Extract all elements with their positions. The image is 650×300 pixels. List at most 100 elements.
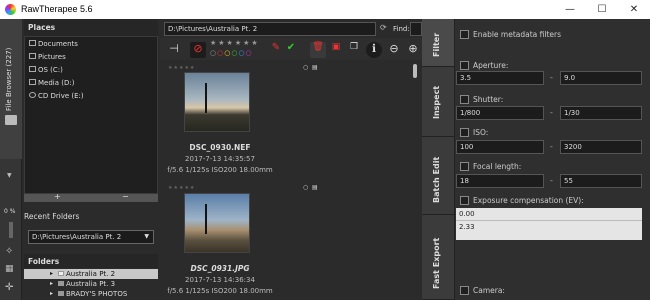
- remove-place-button[interactable]: −: [122, 192, 129, 201]
- tab-batch-edit[interactable]: Batch Edit: [422, 137, 454, 215]
- zoom-in-icon[interactable]: ⊕: [405, 42, 421, 58]
- folder-icon: [58, 291, 64, 296]
- refresh-icon[interactable]: ⟳: [380, 23, 387, 32]
- exposure-label: Exposure compensation (EV):: [473, 196, 584, 205]
- folder-item[interactable]: ▸ Australia Pt. 3: [24, 279, 158, 289]
- place-item[interactable]: OS (C:): [29, 66, 63, 74]
- thumbnail-item[interactable]: ★★★★★ ○ ▤ DSC_0931.JPG 2017-7-13 14:36:3…: [162, 184, 410, 300]
- collapse-arrow-icon[interactable]: ▼: [7, 172, 12, 179]
- circle-icon[interactable]: ○: [303, 184, 308, 191]
- trash-icon[interactable]: ▤: [312, 184, 318, 191]
- folder-item[interactable]: ▸ Australia Pt. 2: [24, 269, 158, 279]
- focal-min-input[interactable]: 18: [456, 174, 544, 188]
- iso-checkbox[interactable]: [460, 128, 469, 137]
- thumbnail-grid: ★★★★★ ○ ▤ DSC_0930.NEF 2017-7-13 14:35:5…: [162, 62, 410, 300]
- thumbnail-name: DSC_0931.JPG: [190, 264, 250, 273]
- trash-icon[interactable]: ▤: [312, 64, 318, 71]
- range-dash: -: [550, 142, 553, 151]
- app-logo-icon: [5, 4, 16, 15]
- aperture-max-input[interactable]: 9.0: [560, 71, 642, 85]
- places-header: Places: [24, 19, 158, 36]
- edited-filter-icon[interactable]: ✎: [268, 42, 284, 58]
- aperture-checkbox[interactable]: [460, 61, 469, 70]
- iso-max-input[interactable]: 3200: [560, 140, 642, 154]
- exposure-checkbox[interactable]: [460, 196, 469, 205]
- metadata-filter-checkbox[interactable]: [460, 30, 469, 39]
- close-button[interactable]: ✕: [618, 0, 650, 19]
- grid-icon[interactable]: ▦: [5, 264, 14, 274]
- tab-fast-export[interactable]: Fast Export: [422, 215, 454, 300]
- metadata-filter-label: Enable metadata filters: [473, 30, 562, 39]
- iso-min-input[interactable]: 100: [456, 140, 544, 154]
- rating-filter-stars[interactable]: ★★★★★★: [210, 39, 260, 47]
- camera-checkbox[interactable]: [460, 286, 469, 295]
- zoom-slider[interactable]: [9, 222, 13, 238]
- magic-wand-icon[interactable]: ✧: [5, 246, 13, 257]
- aperture-min-input[interactable]: 3.5: [456, 71, 544, 85]
- thumbnail-date: 2017-7-13 14:36:34: [185, 276, 255, 284]
- exposure-list[interactable]: 0.00 2.33: [456, 208, 642, 240]
- thumbnail-image[interactable]: [184, 193, 250, 253]
- tab-file-browser[interactable]: File Browser (227): [0, 19, 22, 159]
- recent-folder-value: D:\Pictures\Australia Pt. 2: [32, 233, 122, 241]
- place-item[interactable]: Pictures: [29, 53, 66, 61]
- rating-stars[interactable]: ★★★★★: [168, 185, 195, 191]
- color-label-filter[interactable]: ○○○○○○: [210, 49, 253, 57]
- recent-folders-select[interactable]: D:\Pictures\Australia Pt. 2 ▼: [28, 230, 154, 244]
- camera-label: Camera:: [473, 286, 505, 295]
- tab-filter[interactable]: Filter: [422, 19, 454, 67]
- panel-toggle-icon[interactable]: ⊣: [166, 42, 182, 58]
- shutter-max-input[interactable]: 1/30: [560, 106, 642, 120]
- recent-folders-header: Recent Folders: [24, 212, 80, 221]
- place-item[interactable]: Documents: [29, 40, 78, 48]
- scrollbar-thumb[interactable]: [413, 64, 417, 78]
- find-label: Find:: [393, 25, 410, 33]
- checkmark-icon[interactable]: ✔: [283, 42, 299, 58]
- focal-length-checkbox[interactable]: [460, 162, 469, 171]
- places-edit-bar: + −: [24, 192, 158, 202]
- path-input[interactable]: D:\Pictures\Australia Pt. 2: [164, 22, 376, 36]
- list-item[interactable]: 2.33: [456, 221, 642, 233]
- focal-max-input[interactable]: 55: [560, 174, 642, 188]
- expand-arrow-icon[interactable]: ▸: [50, 289, 53, 299]
- tab-inspect[interactable]: Inspect: [422, 67, 454, 137]
- circle-icon[interactable]: ○: [303, 64, 308, 71]
- expand-arrow-icon[interactable]: ▸: [50, 269, 53, 279]
- thumbnail-image[interactable]: [184, 72, 250, 132]
- shutter-min-input[interactable]: 1/800: [456, 106, 544, 120]
- range-dash: -: [550, 176, 553, 185]
- iso-label: ISO:: [473, 128, 489, 137]
- places-list: Documents Pictures OS (C:) Media (D:) CD…: [24, 36, 158, 194]
- copy-icon[interactable]: ❐: [346, 42, 362, 58]
- place-item[interactable]: CD Drive (E:): [29, 92, 84, 100]
- window-title: RawTherapee 5.6: [21, 4, 93, 14]
- filter-unranked-icon[interactable]: ⊘: [190, 42, 206, 58]
- thumbnail-date: 2017-7-13 14:35:57: [185, 155, 255, 163]
- maximize-button[interactable]: ☐: [586, 0, 618, 19]
- zoom-out-icon[interactable]: ⊖: [386, 42, 402, 58]
- drive-icon: [29, 79, 36, 85]
- place-item[interactable]: Media (D:): [29, 79, 74, 87]
- document-icon: [29, 40, 36, 46]
- minimize-button[interactable]: —: [554, 0, 586, 19]
- folder-icon: [58, 281, 64, 286]
- folders-header: Folders: [24, 254, 158, 268]
- thumbnail-item[interactable]: ★★★★★ ○ ▤ DSC_0930.NEF 2017-7-13 14:35:5…: [162, 62, 410, 182]
- thumbnail-name: DSC_0930.NEF: [189, 143, 251, 152]
- trash-filter-icon[interactable]: 🗑: [310, 42, 326, 58]
- crosshair-icon[interactable]: ✛: [5, 282, 13, 293]
- folder-icon[interactable]: [5, 115, 17, 125]
- delete-icon[interactable]: ▣: [328, 42, 344, 58]
- add-place-button[interactable]: +: [54, 192, 61, 201]
- title-bar: [0, 0, 650, 19]
- list-item[interactable]: 0.00: [456, 208, 642, 221]
- find-input[interactable]: [410, 22, 422, 36]
- rating-stars[interactable]: ★★★★★: [168, 65, 195, 71]
- thumbnail-scrollbar[interactable]: [412, 62, 418, 300]
- folder-item[interactable]: ▸ BRADY'S PHOTOS: [24, 289, 158, 299]
- zoom-level: 0 %: [4, 208, 16, 215]
- expand-arrow-icon[interactable]: ▸: [50, 279, 53, 289]
- focal-length-label: Focal length:: [473, 162, 522, 171]
- info-icon[interactable]: ℹ: [366, 42, 382, 58]
- shutter-checkbox[interactable]: [460, 95, 469, 104]
